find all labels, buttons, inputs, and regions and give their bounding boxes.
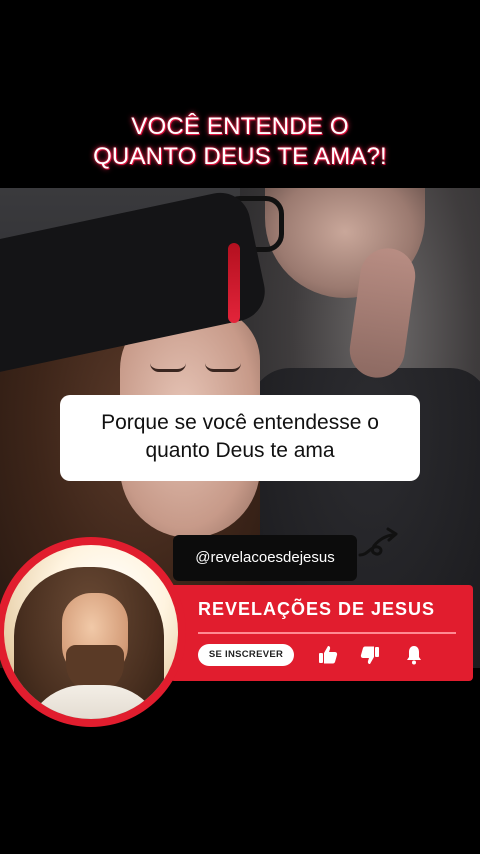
channel-name: REVELAÇÕES DE JESUS [198, 599, 436, 619]
channel-handle[interactable]: @revelacoesdejesus [173, 535, 357, 581]
thumbs-down-icon[interactable] [358, 643, 382, 667]
curly-arrow-icon [358, 527, 398, 557]
channel-banner: REVELAÇÕES DE JESUS SE INSCREVER [170, 585, 473, 681]
reel-screen: VOCÊ ENTENDE O QUANTO DEUS TE AMA?! Porq… [0, 0, 480, 854]
graduation-tassel [228, 243, 240, 323]
channel-avatar[interactable] [0, 537, 186, 727]
caption-line-2: quanto Deus te ama [145, 439, 335, 462]
subtitle-caption: Porque se você entendesse o quanto Deus … [60, 395, 420, 481]
graduate-eye-left [150, 363, 186, 372]
headline-text: VOCÊ ENTENDE O QUANTO DEUS TE AMA?! [0, 112, 480, 172]
caption-line-1: Porque se você entendesse o [101, 411, 379, 434]
thumbs-up-icon[interactable] [316, 643, 340, 667]
subscribe-button[interactable]: SE INSCREVER [198, 644, 294, 666]
banner-divider [198, 632, 456, 634]
graduate-eye-right [205, 363, 241, 372]
headline-line-1: VOCÊ ENTENDE O [131, 113, 349, 140]
headline-line-2: QUANTO DEUS TE AMA?! [93, 143, 387, 170]
avatar-image [4, 545, 178, 719]
bell-icon[interactable] [402, 643, 426, 667]
